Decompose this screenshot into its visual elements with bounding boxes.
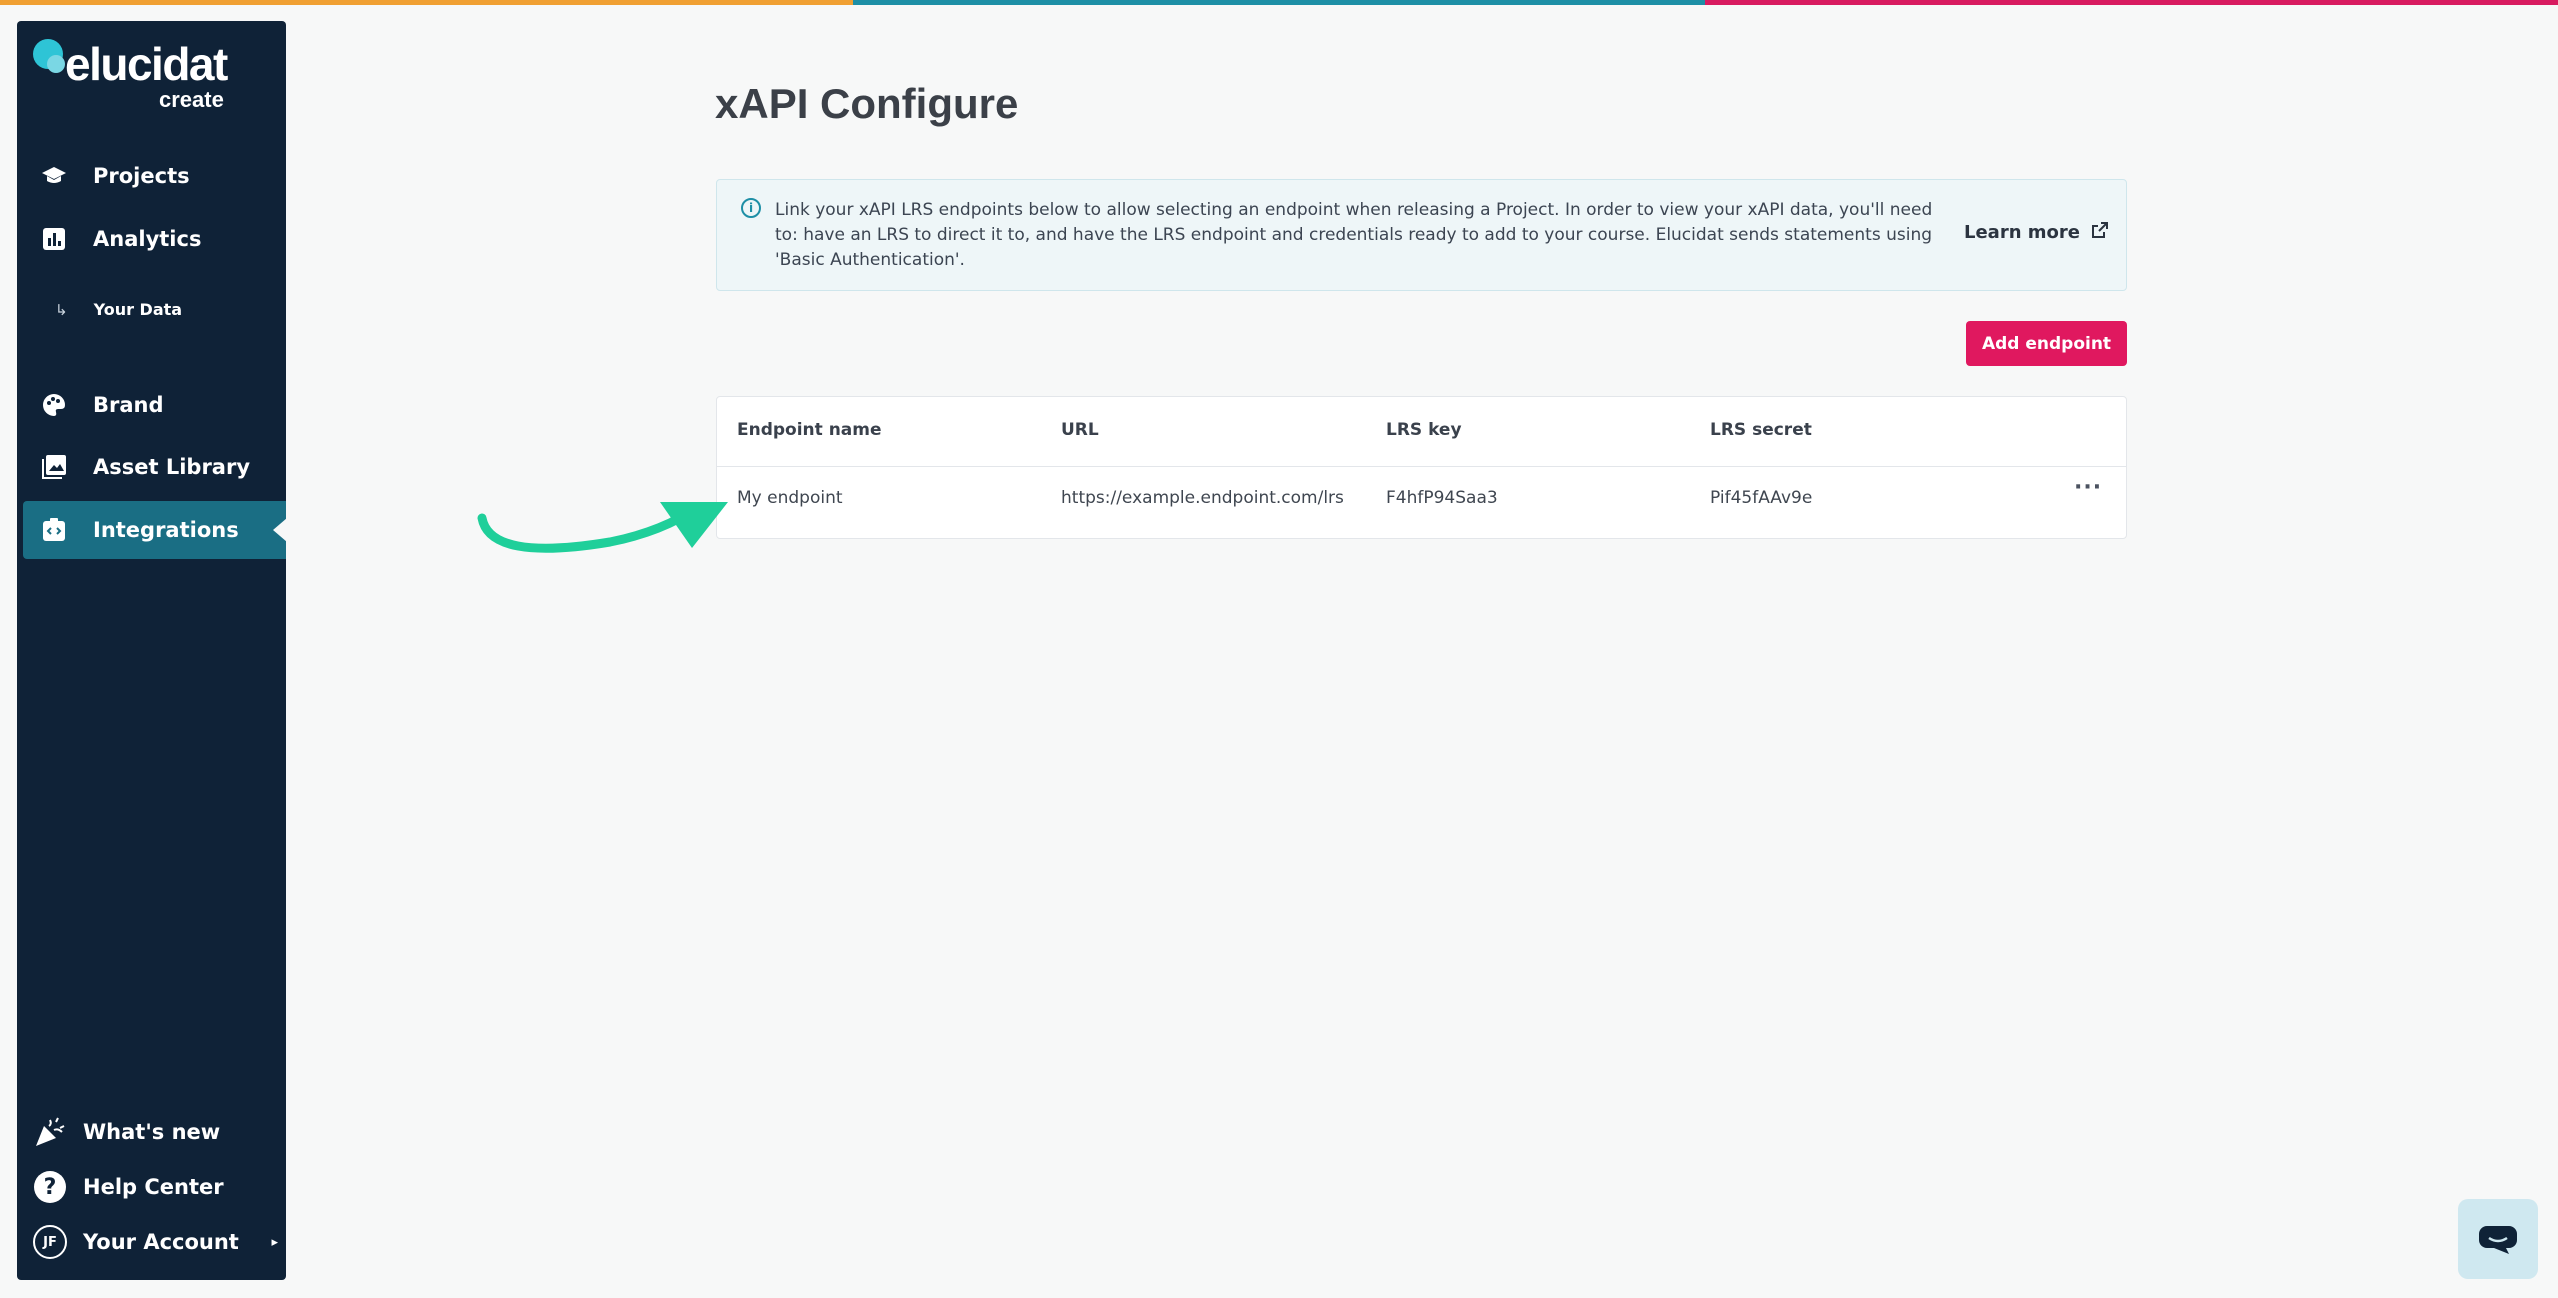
page-title: xAPI Configure — [715, 80, 1019, 127]
annotation-arrow-icon — [477, 502, 728, 553]
stripe-teal — [852, 0, 1706, 5]
integrations-icon — [39, 518, 69, 542]
sub-arrow-icon: ↳ — [55, 300, 68, 319]
sidebar-item-label: Projects — [93, 164, 190, 188]
avatar: JF — [33, 1225, 67, 1259]
column-header-url[interactable]: URL — [1061, 420, 1099, 440]
sidebar-item-label: Analytics — [93, 227, 202, 251]
row-menu-icon[interactable]: ··· — [2074, 475, 2102, 500]
graduation-cap-icon — [39, 165, 69, 187]
logo-bubble-small-icon — [47, 55, 65, 73]
party-popper-icon — [33, 1115, 67, 1149]
sidebar-item-asset-library[interactable]: Asset Library — [23, 438, 286, 496]
column-header-endpoint-name[interactable]: Endpoint name — [737, 420, 882, 440]
account-label: Your Account — [83, 1230, 239, 1254]
column-header-lrs-key[interactable]: LRS key — [1386, 420, 1462, 440]
sidebar-item-analytics[interactable]: Analytics — [23, 210, 286, 268]
image-library-icon — [39, 455, 69, 479]
sidebar-item-label: Your Data — [93, 300, 183, 319]
whats-new-label: What's new — [83, 1120, 221, 1144]
add-endpoint-button[interactable]: Add endpoint — [1966, 321, 2127, 366]
top-color-stripe — [0, 0, 2558, 5]
sidebar-item-brand[interactable]: Brand — [23, 376, 286, 434]
logo-sub: create — [159, 87, 224, 112]
help-center-label: Help Center — [83, 1175, 224, 1199]
help-center-link[interactable]: ? Help Center — [33, 1165, 278, 1209]
cell-lrs-secret: Pif45fAAv9e — [1710, 488, 1813, 508]
info-text: Link your xAPI LRS endpoints below to al… — [775, 200, 1933, 270]
sidebar-item-label: Integrations — [93, 518, 239, 542]
sidebar: elucidat create Projects Analytics ↳ You… — [17, 21, 287, 1280]
stripe-pink — [1705, 0, 2558, 5]
account-menu[interactable]: JF Your Account ▸ — [33, 1220, 278, 1264]
sidebar-item-your-data[interactable]: ↳ Your Data — [55, 300, 182, 319]
whats-new-link[interactable]: What's new — [33, 1110, 278, 1154]
sidebar-item-projects[interactable]: Projects — [23, 147, 286, 205]
cell-url: https://example.endpoint.com/lrs — [1061, 488, 1344, 508]
stripe-orange — [0, 0, 853, 5]
sidebar-item-label: Brand — [93, 393, 164, 417]
chat-icon — [2479, 1226, 2517, 1254]
logo-word: elucidat — [65, 38, 228, 90]
learn-more-label: Learn more — [1964, 222, 2080, 243]
external-link-icon — [2092, 222, 2108, 243]
active-indicator — [273, 518, 287, 542]
chat-button[interactable] — [2458, 1199, 2538, 1279]
bar-chart-icon — [39, 228, 69, 250]
cell-lrs-key: F4hfP94Saa3 — [1386, 488, 1498, 508]
caret-right-icon: ▸ — [271, 1234, 278, 1250]
table-divider — [717, 466, 2126, 467]
endpoints-table: Endpoint name URL LRS key LRS secret My … — [716, 396, 2127, 539]
column-header-lrs-secret[interactable]: LRS secret — [1710, 420, 1812, 440]
help-icon: ? — [33, 1170, 67, 1204]
palette-icon — [39, 393, 69, 417]
cell-endpoint-name: My endpoint — [737, 488, 843, 508]
info-icon: i — [741, 198, 761, 218]
sidebar-item-integrations[interactable]: Integrations — [23, 501, 287, 559]
info-banner: i Link your xAPI LRS endpoints below to … — [716, 179, 2127, 291]
elucidat-logo[interactable]: elucidat create — [33, 35, 233, 125]
sidebar-item-label: Asset Library — [93, 455, 251, 479]
learn-more-link[interactable]: Learn more — [1964, 222, 2108, 243]
